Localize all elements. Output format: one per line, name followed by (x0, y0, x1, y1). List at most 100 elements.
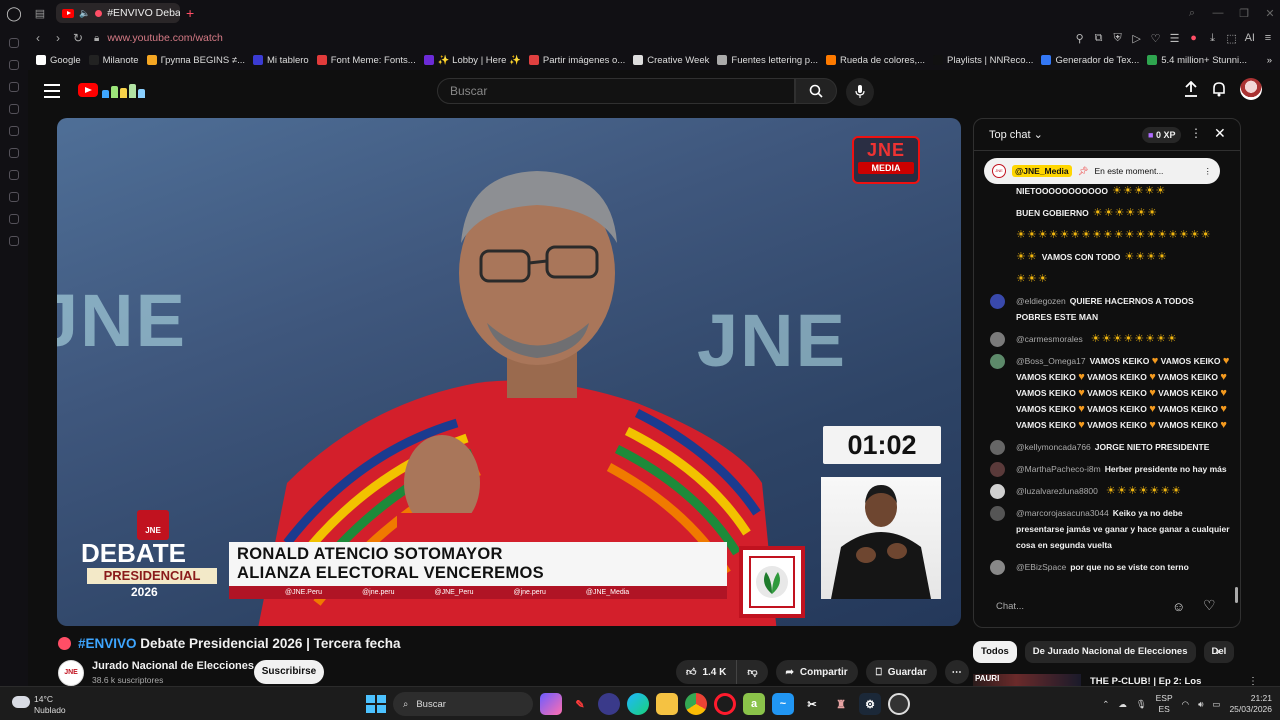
chat-options-icon[interactable]: ⋮ (1190, 126, 1202, 140)
taskbar-search[interactable]: ⌕ Buscar (393, 692, 533, 716)
emoji-icon[interactable]: ☺ (1172, 599, 1185, 614)
steam-icon[interactable]: ⚙ (859, 693, 881, 715)
chat-input[interactable]: Chat... (988, 595, 1180, 619)
pinned-message[interactable]: JNE @JNE_Media 📌︎ En este moment... ⋮ (984, 158, 1220, 184)
chat-message[interactable]: @MarthaPacheco-i8m Herber presidente no h… (974, 459, 1236, 481)
upload-icon[interactable] (1184, 81, 1198, 97)
bookmark-item[interactable]: Generador de Tex... (1041, 55, 1139, 66)
hamburger-menu-icon[interactable] (44, 84, 60, 98)
chat-message[interactable]: @eldiegozen QUIERE HACERNOS A TODOS POBRE… (974, 291, 1236, 329)
app-green-icon[interactable]: a (743, 693, 765, 715)
chat-avatar[interactable] (990, 440, 1005, 455)
chrome-icon[interactable] (685, 693, 707, 715)
channel-name[interactable]: Jurado Nacional de Elecciones (92, 660, 254, 672)
volume-icon[interactable]: 🔊︎ (1198, 699, 1203, 710)
sidebar-home-icon[interactable] (9, 38, 19, 48)
app-feather-icon[interactable]: ✎ (569, 693, 591, 715)
chat-message[interactable]: BUEN GOBIERNO ☀☀☀☀☀☀ (974, 203, 1236, 225)
menu-icon[interactable]: ☰ (1169, 32, 1181, 45)
chat-message[interactable]: @Boss_Omega17 VAMOS KEIKO ♥ VAMOS KEIKO ♥… (974, 351, 1236, 437)
extensions-icon[interactable]: ⬚ (1226, 32, 1238, 45)
minimize-button[interactable]: — (1208, 0, 1228, 26)
adblock-icon[interactable]: ⛨ (1112, 32, 1124, 45)
chat-message[interactable]: @luzalvarezluna8800 ☀☀☀☀☀☀☀ (974, 481, 1236, 503)
heart-icon[interactable]: ♡ (1150, 32, 1162, 45)
bookmark-item[interactable]: Группа BEGINS ≠... (146, 55, 245, 66)
bookmark-item[interactable]: Rueda de colores,... (826, 55, 925, 66)
chat-message[interactable]: @EBizSpace por que no se viste con terno (974, 557, 1236, 579)
bookmark-item[interactable]: Font Meme: Fonts... (316, 55, 416, 66)
close-chat-icon[interactable]: ✕ (1214, 125, 1226, 142)
chat-avatar[interactable] (990, 354, 1005, 369)
chevron-right-icon[interactable]: › (1216, 644, 1220, 658)
heart-reaction-icon[interactable]: ♡ (1203, 597, 1216, 614)
sidebar-whatsapp-icon[interactable] (9, 126, 19, 136)
chat-username[interactable]: @eldiegozen (1016, 296, 1066, 306)
pinned-options-icon[interactable]: ⋮ (1204, 166, 1213, 177)
opera-logo-icon[interactable]: ◯ (0, 0, 28, 26)
account-avatar[interactable] (1240, 78, 1262, 100)
chat-mode-selector[interactable]: Top chat ⌄ (989, 128, 1043, 141)
new-tab-button[interactable]: + (186, 5, 194, 21)
voice-search-button[interactable] (846, 78, 874, 106)
search-input[interactable]: Buscar (437, 78, 795, 104)
onedrive-icon[interactable]: ☁ (1118, 699, 1127, 710)
app-discord-icon[interactable] (598, 693, 620, 715)
chat-message[interactable]: @kellymoncada766 JORGE NIETO PRESIDENTE (974, 437, 1236, 459)
capcut-icon[interactable]: ✂ (801, 693, 823, 715)
chat-scrollbar[interactable] (1235, 155, 1238, 625)
youtube-doodle-icon[interactable] (102, 82, 146, 98)
bookmark-item[interactable]: Playlists | NNReco... (933, 55, 1033, 66)
app-figure-icon[interactable]: ♜ (830, 693, 852, 715)
chat-avatar[interactable] (990, 332, 1005, 347)
chat-username[interactable]: @MarthaPacheco-i8m (1016, 464, 1101, 474)
bookmark-item[interactable]: Fuentes lettering p... (717, 55, 818, 66)
edge-icon[interactable] (627, 693, 649, 715)
snapshot-icon[interactable]: ⧉ (1093, 32, 1105, 45)
chat-username[interactable]: @Boss_Omega17 (1016, 356, 1086, 366)
chat-message[interactable]: NIETOOOOOOOOOOO ☀☀☀☀☀ (974, 181, 1236, 203)
chip-channel[interactable]: De Jurado Nacional de Elecciones (1024, 641, 1196, 663)
bookmark-item[interactable]: Partir imágenes o... (528, 55, 625, 66)
tab-manager-icon[interactable]: ▤ (28, 0, 52, 26)
xp-badge[interactable]: ■ 0 XP (1142, 127, 1182, 143)
sidebar-x-icon[interactable] (9, 170, 19, 180)
bookmark-item[interactable]: 5.4 million+ Stunni... (1147, 55, 1247, 66)
bookmark-item[interactable]: Google (36, 55, 81, 66)
clock[interactable]: 21:21 25/03/2026 (1229, 693, 1272, 715)
dislike-button[interactable]: 👎︎ (737, 660, 767, 684)
chat-avatar[interactable] (990, 294, 1005, 309)
sidebar-messenger-icon[interactable] (9, 82, 19, 92)
chat-username[interactable]: @EBizSpace (1016, 562, 1066, 572)
search-tabs-icon[interactable]: ⌕ (1182, 0, 1202, 26)
chat-message[interactable]: ☀☀☀☀☀☀☀☀☀☀☀☀☀☀☀☀☀☀ (974, 225, 1236, 247)
chat-avatar[interactable] (990, 462, 1005, 477)
sidebar-ai-icon[interactable] (9, 60, 19, 70)
notifications-bell-icon[interactable] (1212, 81, 1226, 97)
chat-message[interactable]: @carmesmorales ☀☀☀☀☀☀☀☀ (974, 329, 1236, 351)
search-button[interactable] (795, 78, 837, 104)
bookmark-item[interactable]: ✨ Lobby | Here ✨ (423, 55, 521, 66)
player-icon[interactable]: ▷ (1131, 32, 1143, 45)
sidebar-settings-icon[interactable] (9, 236, 19, 246)
battery-icon[interactable]: ▭ (1212, 699, 1220, 710)
mic-tray-icon[interactable]: 🎙︎ (1136, 699, 1147, 710)
chat-avatar[interactable] (990, 560, 1005, 575)
copilot-icon[interactable] (540, 693, 562, 715)
speaker-icon[interactable]: 🔈 (79, 8, 90, 19)
video-title-hashtag[interactable]: #ENVIVO (78, 636, 137, 651)
save-button[interactable]: ⎕ Guardar (865, 660, 937, 684)
close-window-button[interactable]: ✕ (1260, 0, 1280, 26)
windows-start-icon[interactable] (364, 693, 386, 715)
bookmarks-overflow-icon[interactable]: » (1267, 55, 1272, 66)
bookmark-item[interactable]: Creative Week (633, 55, 709, 66)
chat-username[interactable]: @marcorojasacuna3044 (1016, 508, 1109, 518)
lock-icon[interactable]: 🔒︎ (94, 33, 99, 44)
sidebar-instagram-icon[interactable] (9, 148, 19, 158)
more-actions-button[interactable]: ⋯ (944, 660, 969, 684)
app-blue-icon[interactable]: ~ (772, 693, 794, 715)
sidebar-history-icon[interactable] (9, 192, 19, 202)
video-player[interactable]: JNE JNE JNE MEDIA 01:02 JNE DEBATE PRESI… (57, 118, 961, 626)
chat-avatar[interactable] (990, 506, 1005, 521)
chat-username[interactable]: @carmesmorales (1016, 334, 1083, 344)
